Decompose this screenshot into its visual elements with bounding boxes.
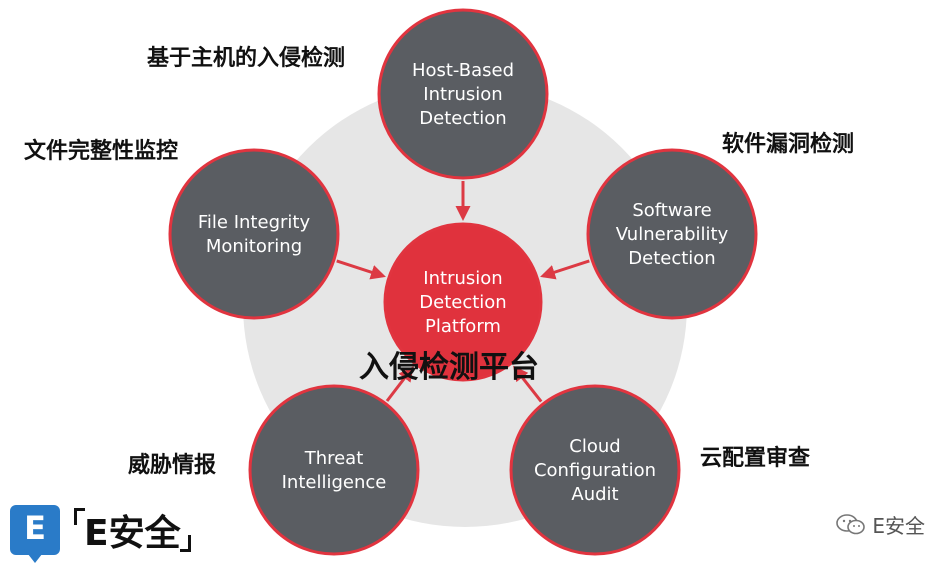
node-file-circle [168, 148, 340, 320]
node-host-label-line: Host-Based [412, 60, 514, 81]
node-host: Host-Based Intrusion Detection [377, 8, 549, 180]
label-threat-cn: 威胁情报 [128, 453, 217, 478]
brand-logo: E E安全 [10, 503, 191, 563]
center-node-label-line: Platform [425, 316, 501, 337]
node-cloud: Cloud Configuration Audit [509, 384, 681, 556]
brand-text: E安全 [74, 504, 191, 556]
node-file: File Integrity Monitoring [168, 148, 340, 320]
e-logo-icon: E [10, 505, 60, 563]
label-file-cn: 文件完整性监控 [24, 139, 179, 164]
node-threat: Threat Intelligence [248, 384, 420, 556]
watermark: E安全 [836, 510, 925, 539]
node-cloud-label-line: Configuration [534, 460, 656, 481]
node-software-label-line: Detection [628, 248, 715, 269]
node-software: Software Vulnerability Detection [586, 148, 758, 320]
center-node-label-line: Detection [419, 292, 506, 313]
node-software-label-line: Software [632, 200, 711, 221]
node-cloud-label-line: Cloud [569, 436, 620, 457]
node-host-label-line: Detection [419, 108, 506, 129]
logo-letter: E [24, 509, 46, 547]
wechat-icon [836, 513, 866, 534]
node-threat-label-line: Intelligence [282, 472, 387, 493]
node-software-label-line: Vulnerability [616, 224, 729, 245]
node-cloud-label-line: Audit [571, 484, 618, 505]
label-center-cn: 入侵检测平台 [359, 350, 539, 385]
watermark-text: E安全 [872, 514, 925, 538]
node-threat-label-line: Threat [304, 448, 364, 469]
node-file-label-line: File Integrity [198, 212, 311, 233]
label-software-cn: 软件漏洞检测 [722, 132, 855, 157]
label-cloud-cn: 云配置审查 [700, 446, 811, 471]
intrusion-detection-diagram: Host-Based Intrusion Detection Software Vuln… [168, 8, 758, 556]
center-node-label-line: Intrusion [423, 268, 502, 289]
node-host-label-line: Intrusion [423, 84, 502, 105]
node-threat-circle [248, 384, 420, 556]
node-file-label-line: Monitoring [206, 236, 302, 257]
label-host-cn: 基于主机的入侵检测 [147, 46, 346, 71]
